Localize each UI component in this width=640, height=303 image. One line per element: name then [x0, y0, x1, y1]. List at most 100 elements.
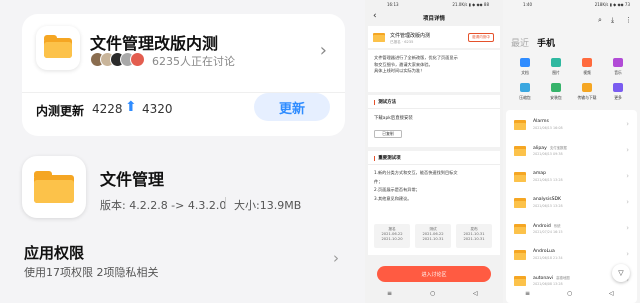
app-folder-icon — [22, 156, 86, 218]
from-version: 4228 — [92, 102, 123, 116]
list-item[interactable]: amap 2021/06/15 13:28 › — [506, 166, 637, 190]
app-detail-panel: 文件管理改版内测 › 6235人正在讨论 内测更新 4228 ⬆ 4320 更新… — [0, 0, 365, 303]
status-bar: 16:13 21.0K/s ▮ ◆ ◆◆ 88 — [365, 0, 503, 9]
file-manager-screen: 1:40 218K/s ▮ ◆ ◆◆ 73 ⌕ ⤓ ⋮ 最近 手机 文档 图片 … — [503, 0, 640, 303]
list-item: 件； — [374, 178, 383, 184]
folder-icon — [514, 172, 526, 182]
category-archives[interactable]: 压缩包 — [511, 83, 539, 107]
folder-icon — [514, 250, 526, 260]
enter-discussion-button[interactable]: 进入讨论区 — [377, 266, 491, 282]
folder-icon — [514, 198, 526, 208]
list-item[interactable]: alipay 支付宝数据 2021/06/15 09:38 › — [506, 140, 637, 164]
home-icon[interactable]: ○ — [567, 290, 572, 297]
permissions-title[interactable]: 应用权限 — [24, 242, 84, 263]
chevron-right-icon[interactable]: › — [333, 249, 339, 267]
project-detail-screen: 16:13 21.0K/s ▮ ◆ ◆◆ 88 ‹ 项目详情 文件管理改版内测 … — [365, 0, 503, 303]
beta-title: 文件管理改版内测 — [90, 34, 219, 53]
status-indicators: 21.0K/s ▮ ◆ ◆◆ 88 — [452, 2, 489, 7]
status-indicators: 218K/s ▮ ◆ ◆◆ 73 — [594, 2, 630, 7]
copy-button[interactable]: 已复制 — [374, 130, 402, 138]
update-label: 内测更新 — [36, 104, 85, 118]
folder-icon — [514, 224, 526, 234]
project-sub: 已报名 · 6235 — [390, 40, 414, 44]
search-icon[interactable]: ⌕ — [598, 16, 602, 25]
download-icon[interactable]: ⤓ — [611, 16, 614, 25]
category-video[interactable]: 视频 — [573, 58, 601, 82]
folder-icon — [36, 26, 80, 70]
project-name: 文件管理改版内测 — [390, 33, 431, 39]
folder-icon — [514, 146, 526, 156]
to-version: 4320 — [142, 102, 173, 116]
timeline-item: 发布 2021.10.31 2021.10.31 — [456, 224, 492, 248]
status-time: 16:13 — [387, 2, 399, 7]
home-icon[interactable]: ○ — [430, 290, 435, 297]
list-item[interactable]: analysisSDK 2021/06/15 13:28 › — [506, 192, 637, 216]
app-size: 大小:13.9MB — [234, 199, 302, 212]
app-name: 文件管理 — [100, 170, 165, 189]
chevron-right-icon: › — [626, 250, 629, 258]
chevron-right-icon: › — [626, 146, 629, 154]
apk-icon — [551, 83, 561, 92]
chevron-right-icon: › — [626, 224, 629, 232]
participant-avatars — [90, 52, 150, 68]
status-badge: 邀请内测中 — [468, 33, 494, 42]
page-title: 项目详情 — [422, 16, 445, 22]
chevron-right-icon: › — [626, 172, 629, 180]
category-transfers[interactable]: 传输与下载 — [573, 83, 601, 107]
section-heading: 测试方法 — [374, 99, 494, 105]
participant-count: 6235人正在讨论 — [152, 55, 235, 68]
avatar — [130, 52, 145, 67]
tab-recent[interactable]: 最近 — [511, 36, 529, 49]
category-apks[interactable]: 安装包 — [542, 83, 570, 107]
section-title: 测试方法 — [378, 100, 397, 105]
category-docs[interactable]: 文档 — [511, 58, 539, 82]
nav-bar: ≡ ○ ◁ — [365, 288, 503, 303]
list-item: 3.其他意见和建议。 — [374, 195, 412, 201]
more-grid-icon — [613, 83, 623, 92]
category-more[interactable]: 更多 — [604, 83, 632, 107]
folder-icon — [514, 276, 526, 286]
divider — [225, 197, 226, 209]
arrow-up-icon: ⬆ — [125, 99, 137, 115]
nav-bar: ≡ ○ ◁ — [503, 288, 640, 303]
timeline-item: 报名 2021.06.22 2021.10.20 — [374, 224, 410, 248]
method-text: 下载apk后直接安装 — [374, 116, 413, 121]
chevron-right-icon: › — [626, 198, 629, 206]
menu-icon[interactable]: ≡ — [525, 290, 530, 297]
list-item: 2.页面展示是否有异常； — [374, 187, 420, 193]
menu-icon[interactable]: ≡ — [387, 290, 392, 297]
category-music[interactable]: 音乐 — [604, 58, 632, 82]
description-line: 具体上线时间以实际为准！ — [374, 68, 425, 74]
section-title: 重要测试项 — [378, 156, 401, 161]
status-bar: 1:40 218K/s ▮ ◆ ◆◆ 73 — [503, 0, 640, 9]
test-items-list: 1.新的分类方式和交互，能否快速找到目标文 件； 2.页面展示是否有异常； 3.… — [374, 169, 494, 203]
project-card: 文件管理改版内测 已报名 · 6235 邀请内测中 — [368, 26, 500, 48]
music-icon — [613, 58, 623, 67]
app-version: 版本: 4.2.2.8 -> 4.3.2.0 — [100, 199, 227, 212]
archive-icon — [520, 83, 530, 92]
list-item[interactable]: Alarms 2021/06/15 16:08 › — [506, 114, 637, 138]
project-description: 文件管理器进行了全新改版，优化了页面显示 和交互细节，邀请大家来体验。 具体上线… — [368, 50, 500, 92]
list-item[interactable]: Android 系统 2021/07/24 16:15 › — [506, 218, 637, 242]
folder-icon — [373, 32, 385, 42]
chevron-right-icon[interactable]: › — [320, 40, 327, 61]
status-time: 1:40 — [523, 2, 532, 7]
back-icon[interactable]: ◁ — [473, 290, 478, 297]
timeline: 报名 2021.06.22 2021.10.20 测试 2021.06.22 2… — [374, 224, 494, 248]
more-icon[interactable]: ⋮ — [625, 16, 632, 24]
document-icon — [520, 58, 530, 67]
toolbar: ⌕ ⤓ ⋮ — [598, 16, 634, 26]
tab-phone[interactable]: 手机 — [537, 36, 555, 49]
image-icon — [551, 58, 561, 67]
folder-icon — [514, 120, 526, 130]
filter-icon[interactable]: ▽ — [612, 264, 630, 282]
test-method-section: 测试方法 下载apk后直接安装 已复制 — [368, 95, 500, 147]
back-icon[interactable]: ◁ — [609, 290, 614, 297]
description-line: 文件管理器进行了全新改版，优化了页面显示 — [374, 55, 458, 60]
beta-card[interactable]: 文件管理改版内测 › 6235人正在讨论 内测更新 4228 ⬆ 4320 更新 — [22, 14, 345, 136]
list-item: 1.新的分类方式和交互，能否快速找到目标文 — [374, 170, 458, 175]
section-heading: 重要测试项 — [374, 155, 494, 161]
update-button[interactable]: 更新 — [254, 93, 330, 121]
video-icon — [582, 58, 592, 67]
category-images[interactable]: 图片 — [542, 58, 570, 82]
